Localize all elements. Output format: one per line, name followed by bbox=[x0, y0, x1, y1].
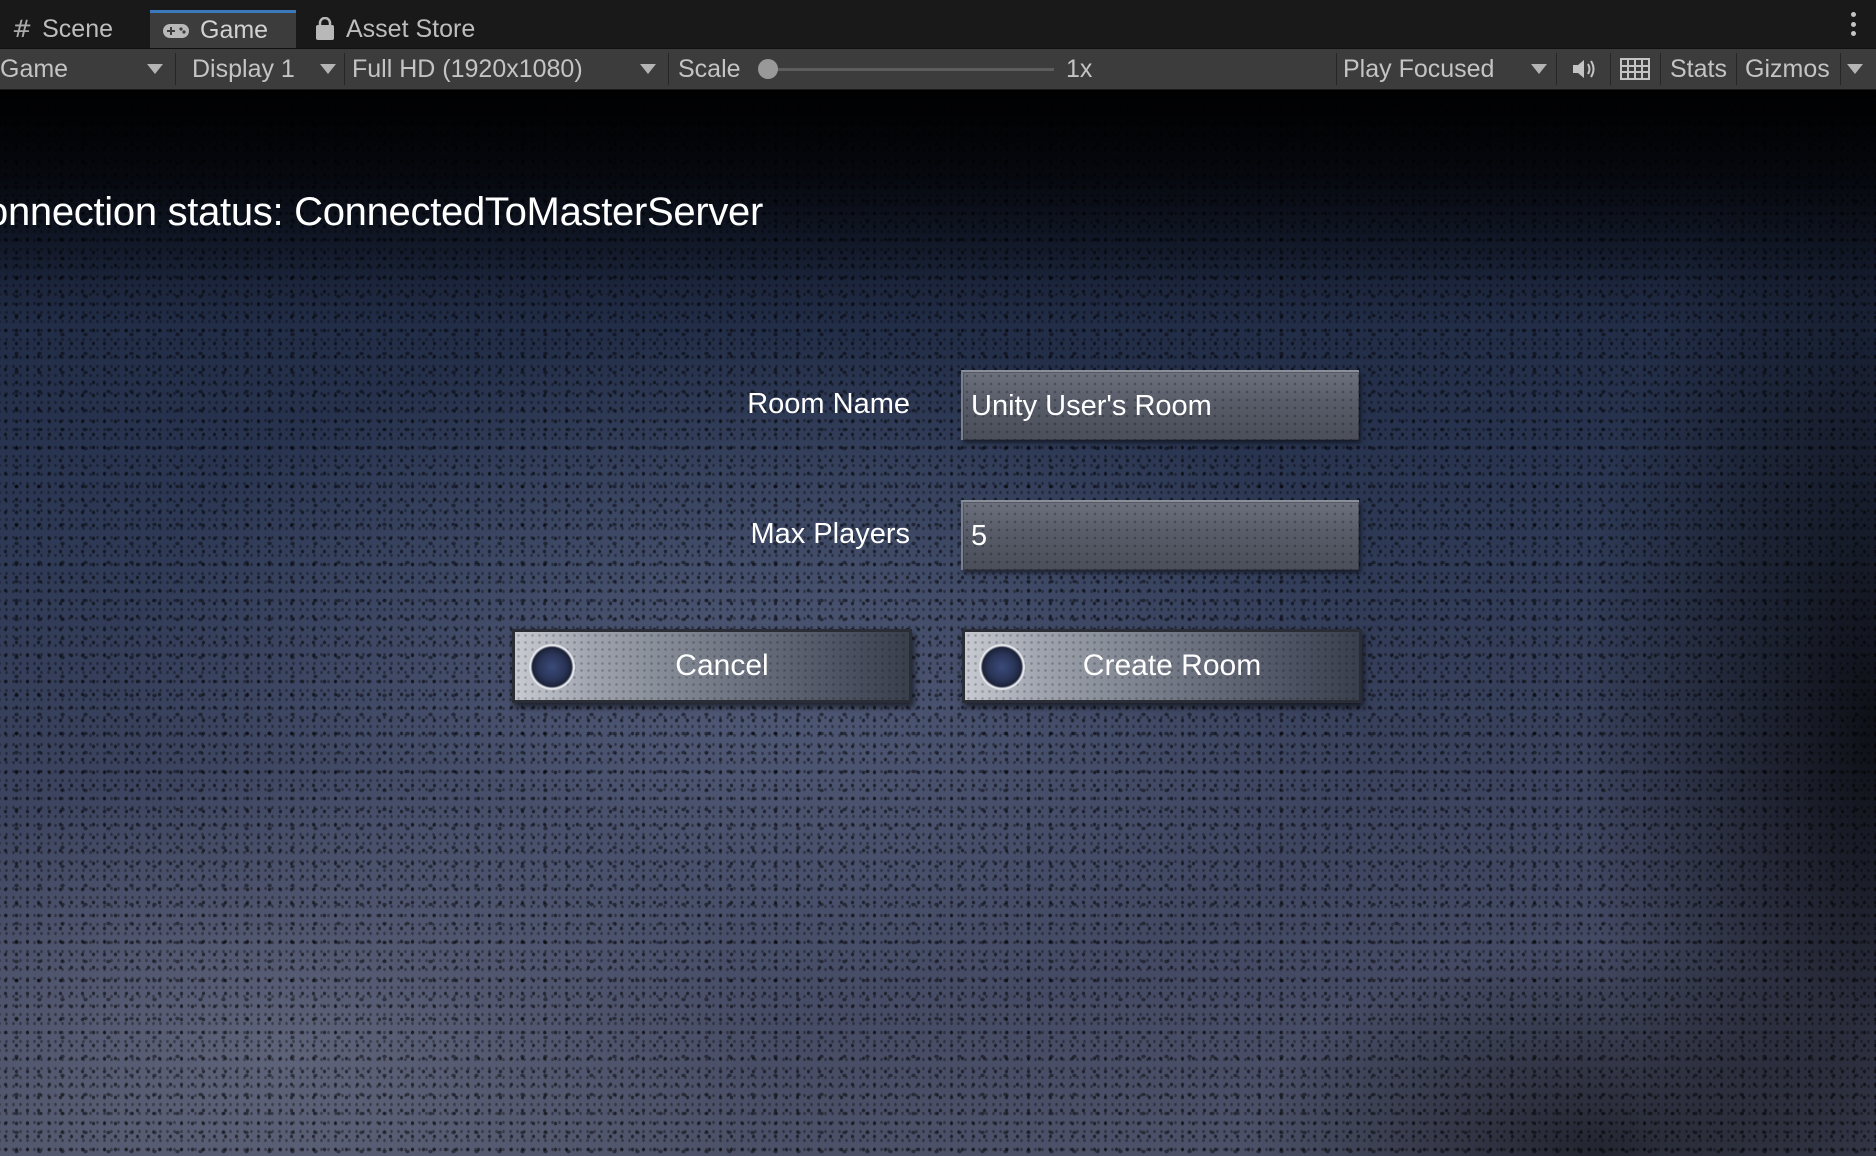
resolution-dropdown[interactable]: Full HD (1920x1080) bbox=[352, 49, 662, 89]
max-players-value: 5 bbox=[971, 519, 988, 552]
bullet-hole-icon bbox=[529, 644, 575, 690]
scale-slider[interactable] bbox=[770, 68, 1054, 71]
bullet-hole-icon bbox=[979, 644, 1025, 690]
gizmos-button[interactable]: Gizmos bbox=[1745, 49, 1835, 89]
max-players-input[interactable]: 5 bbox=[961, 500, 1359, 570]
view-mode-value: Game bbox=[0, 54, 69, 83]
scale-value: 1x bbox=[1066, 54, 1093, 83]
scale-label: Scale bbox=[678, 54, 741, 83]
room-name-value: Unity User's Room bbox=[971, 389, 1212, 422]
gamepad-icon bbox=[163, 23, 189, 38]
gizmos-label: Gizmos bbox=[1745, 54, 1830, 83]
tab-asset-store-label: Asset Store bbox=[346, 14, 476, 43]
play-mode-dropdown[interactable]: Play Focused bbox=[1343, 49, 1533, 89]
keyboard-grid-icon[interactable] bbox=[1620, 58, 1650, 80]
more-options-icon[interactable] bbox=[1850, 12, 1856, 36]
stats-label: Stats bbox=[1670, 54, 1727, 83]
chevron-down-icon bbox=[147, 64, 163, 74]
chevron-down-icon bbox=[320, 64, 336, 74]
play-mode-value: Play Focused bbox=[1343, 54, 1495, 83]
room-name-label: Room Name bbox=[747, 388, 910, 420]
create-room-label: Create Room bbox=[1082, 649, 1262, 682]
resolution-value: Full HD (1920x1080) bbox=[352, 54, 583, 83]
chevron-down-icon[interactable] bbox=[1847, 64, 1863, 74]
game-view[interactable]: onnection status: ConnectedToMasterServe… bbox=[0, 90, 1876, 1156]
shopping-bag-icon bbox=[316, 17, 334, 40]
create-room-button[interactable]: Create Room bbox=[962, 629, 1362, 703]
max-players-label: Max Players bbox=[750, 518, 910, 550]
cancel-label: Cancel bbox=[675, 649, 769, 682]
hash-icon: # bbox=[12, 15, 33, 43]
speaker-icon[interactable] bbox=[1570, 56, 1598, 82]
room-name-input[interactable]: Unity User's Room bbox=[961, 370, 1359, 440]
tab-scene[interactable]: # Scene bbox=[0, 10, 148, 48]
stats-button[interactable]: Stats bbox=[1670, 49, 1730, 89]
cancel-button[interactable]: Cancel bbox=[512, 629, 912, 703]
chevron-down-icon bbox=[640, 64, 656, 74]
display-value: Display 1 bbox=[192, 54, 295, 83]
scale-slider-thumb[interactable] bbox=[758, 59, 778, 79]
tab-scene-label: Scene bbox=[42, 14, 113, 43]
tab-game-label: Game bbox=[200, 16, 269, 44]
connection-status-text: onnection status: ConnectedToMasterServe… bbox=[0, 190, 764, 234]
editor-tab-bar: # Scene Game Asset Store bbox=[0, 0, 1876, 49]
tab-game[interactable]: Game bbox=[150, 10, 296, 48]
tab-asset-store[interactable]: Asset Store bbox=[302, 10, 502, 48]
chevron-down-icon bbox=[1531, 64, 1547, 74]
